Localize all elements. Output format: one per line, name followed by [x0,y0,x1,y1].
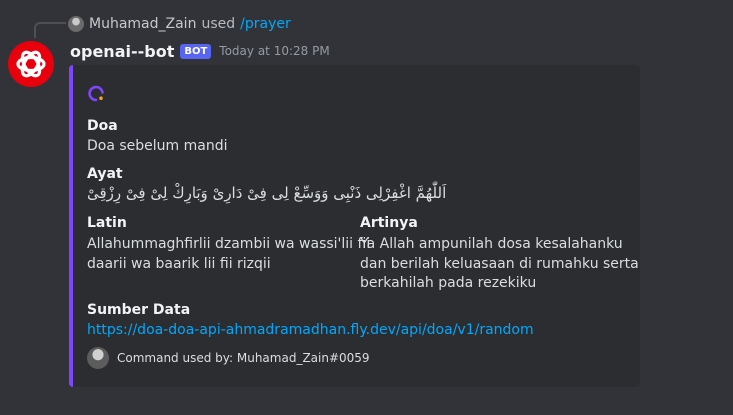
openai-logo-icon [16,50,46,78]
artinya-line: Ya Allah ampunilah dosa kesalahanku [360,236,623,252]
field-doa-value: Doa sebelum mandi [87,138,228,154]
field-sumber-name: Sumber Data [87,302,191,318]
reply-used-text: used [201,16,236,32]
bot-avatar[interactable] [8,41,54,87]
footer-text: Command used by: Muhamad_Zain#0059 [117,351,370,365]
message-header: openai--bot BOT Today at 10:28 PM [70,40,330,62]
embed-footer: Command used by: Muhamad_Zain#0059 [87,347,370,369]
message-timestamp[interactable]: Today at 10:28 PM [219,44,329,58]
field-artinya-name: Artinya [360,215,418,231]
field-ayat-value: اَللّٰهُمَّ اغْفِرْلِى ذَنْبِى وَوَسِّعْ… [87,184,447,202]
reply-user-avatar[interactable] [68,16,84,32]
reply-connector [34,22,66,38]
artinya-line: berkahilah pada rezekiku [360,275,537,291]
field-ayat-name: Ayat [87,166,123,182]
artinya-line: dan berilah keluasaan di rumahku serta [360,255,639,272]
field-doa-name: Doa [87,118,118,134]
embed-card: Doa Doa sebelum mandi Ayat اَللّٰهُمَّ ا… [69,65,640,387]
embed-thumbnail-icon [88,85,104,102]
sumber-data-link[interactable]: https://doa-doa-api-ahmadramadhan.fly.de… [87,321,534,341]
reply-command[interactable]: /prayer [240,16,291,32]
bot-badge: BOT [180,44,212,59]
reply-reference[interactable]: Muhamad_Zain used /prayer [68,14,291,34]
field-latin-name: Latin [87,215,127,231]
latin-line: Allahummaghfirlii dzambii wa wassi'lii f… [87,236,371,252]
bot-username[interactable]: openai--bot [70,42,174,61]
reply-username[interactable]: Muhamad_Zain [89,16,196,32]
field-latin-value: Allahummaghfirlii dzambii wa wassi'lii f… [87,235,370,274]
latin-line: daarii wa baarik lii fii rizqii [87,255,271,272]
footer-user-avatar [87,347,109,369]
field-artinya-value: Ya Allah ampunilah dosa kesalahanku dan … [360,235,639,294]
